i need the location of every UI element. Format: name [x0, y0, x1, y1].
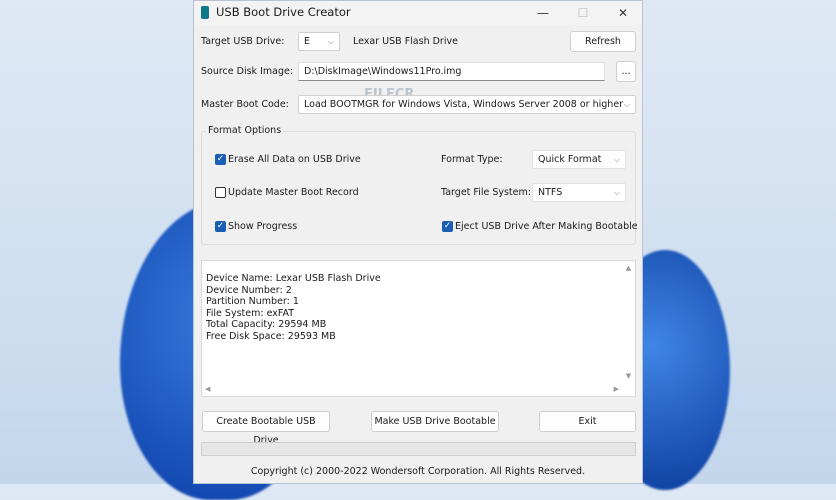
- source-image-input[interactable]: D:\DiskImage\Windows11Pro.img: [298, 62, 605, 81]
- info-line: Device Number: 2: [206, 284, 292, 296]
- browse-button[interactable]: ...: [616, 61, 636, 82]
- close-button[interactable]: ✕: [608, 3, 638, 23]
- info-line: Device Name: Lexar USB Flash Drive: [206, 273, 381, 284]
- master-boot-code-select[interactable]: Load BOOTMGR for Windows Vista, Windows …: [298, 95, 636, 114]
- info-line: Total Capacity: 29594 MB: [206, 319, 327, 330]
- format-type-value: Quick Format: [538, 154, 602, 165]
- maximize-button[interactable]: ☐: [568, 3, 598, 23]
- vertical-scrollbar[interactable]: ▲ ▼: [622, 261, 635, 383]
- eject-label: Eject USB Drive After Making Bootable: [455, 221, 638, 232]
- window-title: USB Boot Drive Creator: [216, 5, 351, 19]
- drive-name: Lexar USB Flash Drive: [353, 36, 458, 47]
- update-mbr-label: Update Master Boot Record: [228, 187, 359, 198]
- file-system-value: NTFS: [538, 187, 563, 198]
- usb-icon: [201, 6, 209, 19]
- update-mbr-checkbox[interactable]: [215, 187, 226, 198]
- file-system-select[interactable]: NTFS ⌵: [532, 183, 626, 202]
- chevron-down-icon: ⌵: [613, 188, 620, 197]
- master-boot-code-label: Master Boot Code:: [201, 99, 289, 110]
- minimize-button[interactable]: —: [528, 3, 558, 23]
- eject-checkbox[interactable]: ✓: [442, 221, 453, 232]
- chevron-down-icon: ⌵: [613, 155, 620, 164]
- target-drive-select[interactable]: E ⌵: [298, 32, 340, 51]
- format-options-title: Format Options: [206, 125, 284, 136]
- format-type-label: Format Type:: [441, 154, 503, 165]
- target-drive-value: E: [304, 36, 311, 47]
- file-system-label: Target File System:: [441, 187, 531, 198]
- info-line: Free Disk Space: 29593 MB: [206, 330, 336, 342]
- app-window: USB Boot Drive Creator — ☐ ✕ Target USB …: [193, 0, 643, 484]
- source-image-label: Source Disk Image:: [201, 66, 294, 77]
- chevron-down-icon: ⌵: [327, 37, 334, 46]
- progress-bar: [201, 442, 636, 456]
- info-line: File System: exFAT: [206, 307, 295, 319]
- create-bootable-button[interactable]: Create Bootable USB Drive: [202, 411, 330, 446]
- exit-button[interactable]: Exit: [539, 411, 636, 432]
- show-progress-checkbox[interactable]: ✓: [215, 221, 226, 232]
- copyright-text: Copyright (c) 2000-2022 Wondersoft Corpo…: [250, 466, 586, 477]
- device-info-box[interactable]: Device Name: Lexar USB Flash Drive Devic…: [201, 260, 636, 397]
- device-info-text: Device Name: Lexar USB Flash Drive Devic…: [206, 273, 381, 342]
- chevron-down-icon: ⌵: [623, 100, 630, 109]
- show-progress-label: Show Progress: [228, 221, 298, 232]
- make-bootable-button[interactable]: Make USB Drive Bootable: [371, 411, 499, 432]
- erase-checkbox[interactable]: ✓: [215, 154, 226, 165]
- erase-label: Erase All Data on USB Drive: [228, 154, 361, 165]
- horizontal-scrollbar[interactable]: ◀ ▶: [202, 383, 622, 396]
- master-boot-code-value: Load BOOTMGR for Windows Vista, Windows …: [304, 99, 624, 110]
- info-line: Partition Number: 1: [206, 296, 299, 307]
- target-usb-label: Target USB Drive:: [201, 36, 285, 47]
- title-bar: USB Boot Drive Creator — ☐ ✕: [194, 1, 642, 25]
- refresh-button[interactable]: Refresh: [570, 31, 636, 52]
- format-type-select[interactable]: Quick Format ⌵: [532, 150, 626, 169]
